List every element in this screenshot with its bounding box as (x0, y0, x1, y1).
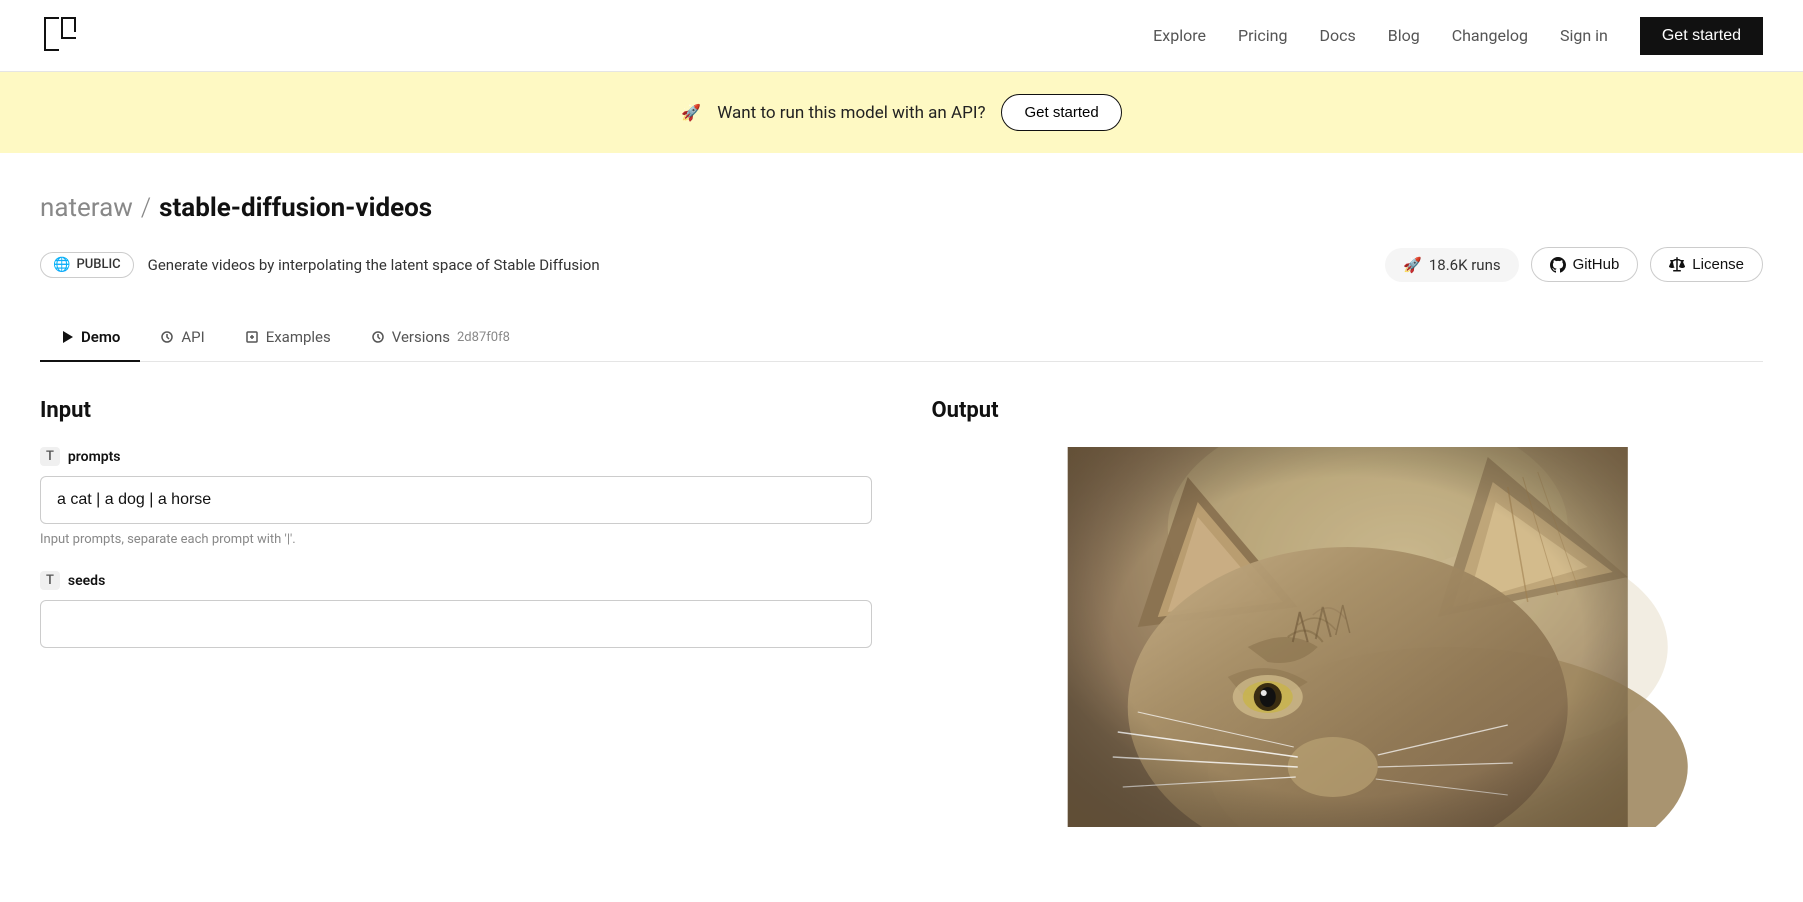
tab-versions-label: Versions (392, 328, 450, 346)
model-meta: 🌐 PUBLIC Generate videos by interpolatin… (40, 247, 1763, 282)
seeds-label-row: T seeds (40, 571, 872, 590)
tab-versions[interactable]: Versions 2d87f0f8 (351, 314, 530, 362)
license-icon (1669, 257, 1685, 273)
banner-emoji: 🚀 (681, 103, 701, 122)
nav-docs[interactable]: Docs (1319, 26, 1355, 45)
runs-count: 🚀 18.6K runs (1385, 248, 1518, 282)
globe-icon: 🌐 (53, 257, 70, 273)
versions-icon (371, 330, 385, 344)
navbar: Explore Pricing Docs Blog Changelog Sign… (0, 0, 1803, 72)
banner-text: Want to run this model with an API? (717, 103, 985, 123)
play-icon (60, 330, 74, 344)
tab-demo[interactable]: Demo (40, 314, 140, 362)
content-grid: Input T prompts Input prompts, separate … (40, 398, 1763, 867)
license-label: License (1692, 256, 1744, 273)
breadcrumb-user[interactable]: nateraw (40, 193, 133, 223)
nav-explore[interactable]: Explore (1153, 26, 1206, 45)
tabs: Demo API Examples Versions 2d87f0f8 (40, 314, 1763, 362)
tab-examples-label: Examples (266, 328, 331, 346)
model-meta-right: 🚀 18.6K runs GitHub License (1385, 247, 1763, 282)
input-panel: Input T prompts Input prompts, separate … (40, 398, 872, 827)
output-image (932, 447, 1764, 827)
model-meta-left: 🌐 PUBLIC Generate videos by interpolatin… (40, 252, 600, 278)
input-title: Input (40, 398, 872, 423)
github-icon (1550, 257, 1566, 273)
tab-examples[interactable]: Examples (225, 314, 351, 362)
runs-label: 18.6K runs (1429, 256, 1501, 274)
prompts-input[interactable] (40, 476, 872, 524)
prompts-type-indicator: T (40, 447, 60, 466)
api-banner: 🚀 Want to run this model with an API? Ge… (0, 72, 1803, 153)
public-badge: 🌐 PUBLIC (40, 252, 134, 278)
main-content: nateraw / stable-diffusion-videos 🌐 PUBL… (0, 153, 1803, 867)
breadcrumb: nateraw / stable-diffusion-videos (40, 193, 1763, 223)
license-button[interactable]: License (1650, 247, 1763, 282)
examples-icon (245, 330, 259, 344)
prompts-hint: Input prompts, separate each prompt with… (40, 532, 872, 547)
breadcrumb-separator: / (141, 193, 151, 223)
api-icon (160, 330, 174, 344)
nav-get-started-button[interactable]: Get started (1640, 17, 1763, 55)
prompts-field-name: prompts (68, 449, 121, 465)
output-image-container (932, 447, 1764, 827)
runs-icon: 🚀 (1403, 256, 1422, 274)
logo[interactable] (40, 13, 82, 59)
badge-label: PUBLIC (76, 257, 120, 272)
breadcrumb-repo[interactable]: stable-diffusion-videos (159, 193, 432, 223)
version-hash: 2d87f0f8 (457, 330, 510, 345)
tab-demo-label: Demo (81, 328, 120, 346)
seeds-field-name: seeds (68, 573, 105, 589)
output-panel: Output (932, 398, 1764, 827)
banner-get-started-button[interactable]: Get started (1001, 94, 1121, 131)
github-label: GitHub (1573, 256, 1620, 273)
seeds-input[interactable] (40, 600, 872, 648)
nav-pricing[interactable]: Pricing (1238, 26, 1288, 45)
nav-links: Explore Pricing Docs Blog Changelog Sign… (1153, 17, 1763, 55)
seeds-type-indicator: T (40, 571, 60, 590)
nav-signin[interactable]: Sign in (1560, 26, 1608, 45)
prompts-label-row: T prompts (40, 447, 872, 466)
output-title: Output (932, 398, 1764, 423)
nav-blog[interactable]: Blog (1388, 26, 1420, 45)
tab-api-label: API (181, 328, 204, 346)
nav-changelog[interactable]: Changelog (1452, 26, 1528, 45)
model-description: Generate videos by interpolating the lat… (148, 256, 600, 274)
github-button[interactable]: GitHub (1531, 247, 1639, 282)
tab-api[interactable]: API (140, 314, 224, 362)
